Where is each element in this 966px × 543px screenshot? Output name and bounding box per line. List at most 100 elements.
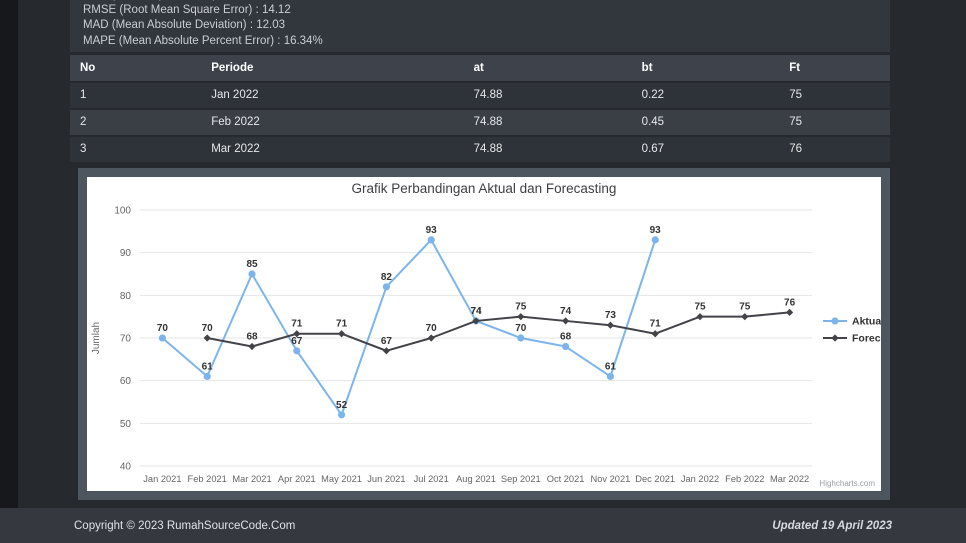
data-label: 93 xyxy=(650,225,662,236)
legend-label: Aktual xyxy=(852,316,881,328)
series-aktual[interactable]: 70 61 85 67 52 82 93 74 70 68 61 93 xyxy=(157,225,661,419)
data-point[interactable] xyxy=(831,317,838,324)
error-stats-panel: MSE (Mean Square Error) : 199.37 RMSE (R… xyxy=(70,0,890,52)
data-label: 68 xyxy=(246,332,258,343)
data-label: 70 xyxy=(515,323,527,334)
comparison-chart-svg: 405060708090100Jan 2021Feb 2021Mar 2021A… xyxy=(87,177,881,491)
y-axis-tick-label: 50 xyxy=(120,419,132,430)
data-point[interactable] xyxy=(428,236,435,243)
data-label: 70 xyxy=(202,323,214,334)
data-point[interactable] xyxy=(159,334,166,341)
cell-periode: Jan 2022 xyxy=(201,83,463,108)
x-axis-tick-label: Sep 2021 xyxy=(501,474,541,484)
cell-at: 74.88 xyxy=(464,110,632,135)
x-axis-tick-label: Jul 2021 xyxy=(414,474,449,484)
data-point[interactable] xyxy=(293,347,300,354)
data-point[interactable] xyxy=(248,343,255,350)
x-axis-tick-label: May 2021 xyxy=(321,474,362,484)
updated-date-text: Updated 19 April 2023 xyxy=(772,520,892,532)
data-point[interactable] xyxy=(652,330,659,337)
data-label: 74 xyxy=(560,306,572,317)
data-point[interactable] xyxy=(517,313,524,320)
x-axis-tick-label: Jan 2021 xyxy=(143,474,181,484)
cell-bt: 0.45 xyxy=(632,110,780,135)
data-point[interactable] xyxy=(831,334,838,341)
data-label: 71 xyxy=(336,319,348,330)
x-axis-tick-label: Aug 2021 xyxy=(456,474,496,484)
data-point[interactable] xyxy=(696,313,703,320)
data-point[interactable] xyxy=(652,236,659,243)
cell-at: 74.88 xyxy=(464,137,632,162)
stat-mape: MAPE (Mean Absolute Percent Error) : 16.… xyxy=(83,34,890,49)
col-header-no: No xyxy=(70,55,201,81)
data-label: 52 xyxy=(336,400,348,411)
data-point[interactable] xyxy=(607,322,614,329)
cell-no: 3 xyxy=(70,137,201,162)
data-label: 76 xyxy=(784,297,796,308)
legend-item-forecast[interactable]: Forecast xyxy=(823,333,881,345)
data-label: 67 xyxy=(381,336,393,347)
left-edge-strip xyxy=(0,0,18,508)
col-header-bt: bt xyxy=(632,55,780,81)
x-axis-tick-label: Apr 2021 xyxy=(278,474,316,484)
legend-label: Forecast xyxy=(852,333,881,345)
error-stats-list: MSE (Mean Square Error) : 199.37 RMSE (R… xyxy=(70,0,890,49)
y-axis-tick-label: 90 xyxy=(120,248,132,259)
x-axis-tick-label: Nov 2021 xyxy=(590,474,630,484)
cell-bt: 0.67 xyxy=(632,137,780,162)
cell-no: 2 xyxy=(70,110,201,135)
chart-title: Grafik Perbandingan Aktual dan Forecasti… xyxy=(352,181,617,196)
data-point[interactable] xyxy=(607,373,614,380)
data-point[interactable] xyxy=(204,334,211,341)
cell-ft: 75 xyxy=(779,83,890,108)
data-label: 82 xyxy=(381,272,393,283)
col-header-ft: Ft xyxy=(779,55,890,81)
table-row: 3 Mar 2022 74.88 0.67 76 xyxy=(70,137,890,162)
data-label: 74 xyxy=(470,306,482,317)
x-axis-tick-label: Feb 2021 xyxy=(188,474,227,484)
highcharts-credit[interactable]: Highcharts.com xyxy=(819,479,875,488)
y-axis-tick-label: 70 xyxy=(120,334,132,345)
copyright-text: Copyright © 2023 RumahSourceCode.Com xyxy=(74,520,295,532)
data-point[interactable] xyxy=(204,373,211,380)
data-label: 75 xyxy=(739,302,751,313)
data-point[interactable] xyxy=(562,343,569,350)
data-point[interactable] xyxy=(517,334,524,341)
x-axis-tick-label: Mar 2022 xyxy=(770,474,809,484)
data-label: 71 xyxy=(650,319,662,330)
data-point[interactable] xyxy=(428,334,435,341)
stat-rmse: RMSE (Root Mean Square Error) : 14.12 xyxy=(83,3,890,18)
cell-ft: 75 xyxy=(779,110,890,135)
data-point[interactable] xyxy=(741,313,748,320)
data-point[interactable] xyxy=(338,330,345,337)
data-point[interactable] xyxy=(562,317,569,324)
chart-panel: 405060708090100Jan 2021Feb 2021Mar 2021A… xyxy=(78,168,890,500)
data-label: 70 xyxy=(426,323,438,334)
x-axis-tick-label: Jan 2022 xyxy=(681,474,719,484)
table-row: 2 Feb 2022 74.88 0.45 75 xyxy=(70,110,890,135)
data-point[interactable] xyxy=(786,309,793,316)
data-point[interactable] xyxy=(383,347,390,354)
x-axis-tick-label: Oct 2021 xyxy=(547,474,585,484)
col-header-at: at xyxy=(464,55,632,81)
col-header-periode: Periode xyxy=(201,55,463,81)
x-axis-tick-label: Mar 2021 xyxy=(232,474,271,484)
data-point[interactable] xyxy=(338,411,345,418)
data-label: 75 xyxy=(694,302,706,313)
data-point[interactable] xyxy=(383,283,390,290)
y-axis-tick-label: 60 xyxy=(120,376,132,387)
data-label: 67 xyxy=(291,336,303,347)
forecast-comparison-chart: 405060708090100Jan 2021Feb 2021Mar 2021A… xyxy=(87,177,881,491)
data-point[interactable] xyxy=(248,270,255,277)
forecast-table: No Periode at bt Ft 1 Jan 2022 74.88 0.2… xyxy=(70,55,890,162)
cell-ft: 76 xyxy=(779,137,890,162)
x-axis-tick-label: Feb 2022 xyxy=(725,474,764,484)
legend-item-aktual[interactable]: Aktual xyxy=(823,316,881,328)
data-label: 85 xyxy=(246,259,258,270)
table-row: 1 Jan 2022 74.88 0.22 75 xyxy=(70,83,890,108)
y-axis-tick-label: 80 xyxy=(120,291,132,302)
data-label: 61 xyxy=(605,361,617,372)
data-label: 61 xyxy=(202,361,214,372)
data-label: 93 xyxy=(426,225,438,236)
table-header-row: No Periode at bt Ft xyxy=(70,55,890,81)
